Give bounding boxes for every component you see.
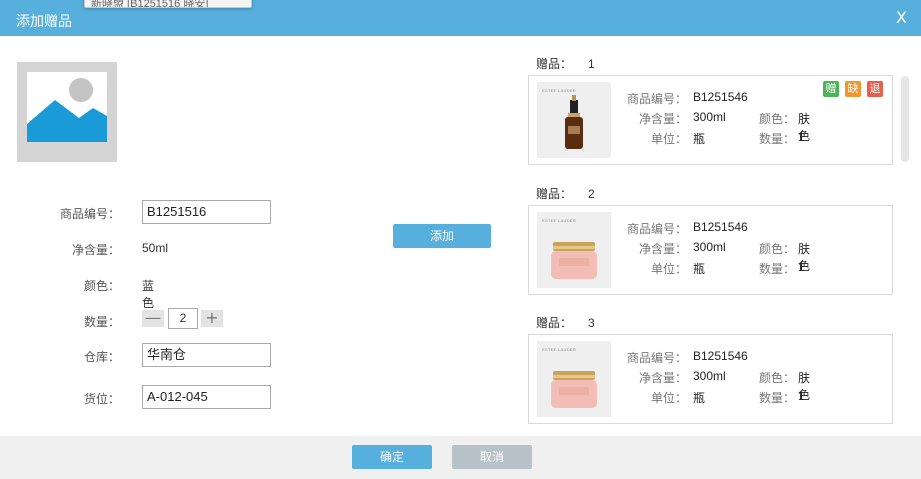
gift-content-label: 净含量：	[638, 371, 687, 385]
product-code-label: 商品编号：	[59, 207, 120, 221]
gift-content-value: 300ml	[693, 240, 726, 254]
cream-jar-image: ESTEE LAUDER	[537, 212, 611, 288]
gift-header-label: 赠品：	[536, 57, 573, 71]
gift-index: 1	[588, 57, 595, 71]
gift-content-label: 净含量：	[638, 242, 687, 256]
gift-unit-value: 瓶	[693, 262, 706, 276]
gift-color-label: 颜色：	[758, 242, 795, 256]
color-label: 颜色：	[83, 279, 120, 293]
quantity-label: 数量：	[83, 315, 120, 329]
serum-bottle-image: ESTEE LAUDER	[537, 82, 611, 158]
tooltip: 新晓盟 [B1251516 晓安]	[84, 0, 252, 8]
gift-color-label: 颜色：	[758, 112, 795, 126]
add-button[interactable]: 添加	[393, 224, 491, 248]
quantity-input[interactable]: 2	[168, 308, 198, 329]
brand-text: ESTEE LAUDER	[542, 347, 577, 352]
gift-qty-label: 数量：	[758, 391, 795, 405]
gift-qty-value: 1	[798, 130, 805, 144]
gift-index: 2	[588, 187, 595, 201]
gift-qty-label: 数量：	[758, 262, 795, 276]
serum-bottle-icon	[565, 95, 583, 149]
product-image-placeholder[interactable]	[17, 62, 117, 162]
cream-jar-icon	[551, 242, 597, 279]
brand-text: ESTEE LAUDER	[542, 88, 577, 93]
confirm-button[interactable]: 确定	[352, 445, 432, 469]
gift-content-label: 净含量：	[638, 112, 687, 126]
gift-header-label: 赠品：	[536, 316, 573, 330]
dialog-title: 添加赠品	[16, 13, 72, 29]
quantity-decrement-button[interactable]: —	[142, 310, 164, 327]
gift-unit-label: 单位：	[650, 391, 687, 405]
gift-header: 赠品： 3	[536, 314, 595, 331]
gift-code-label: 商品编号：	[626, 351, 687, 365]
location-input[interactable]: A-012-045	[142, 385, 271, 409]
brand-text: ESTEE LAUDER	[542, 218, 577, 223]
gift-badge-free[interactable]: 赠	[823, 81, 839, 97]
net-content-label: 净含量：	[71, 243, 120, 257]
net-content-value: 50ml	[142, 241, 169, 255]
gift-header: 赠品： 2	[536, 185, 595, 202]
gift-code-label: 商品编号：	[626, 222, 687, 236]
close-icon[interactable]: X	[896, 8, 907, 27]
cancel-button[interactable]: 取消	[452, 445, 532, 469]
warehouse-input[interactable]: 华南仓	[142, 343, 271, 367]
location-label: 货位：	[83, 392, 120, 406]
cream-jar-icon	[551, 371, 597, 408]
gift-header-label: 赠品：	[536, 187, 573, 201]
cream-jar-image: ESTEE LAUDER	[537, 341, 611, 417]
gift-color-label: 颜色：	[758, 371, 795, 385]
gift-code-value: B1251546	[693, 90, 748, 104]
image-placeholder-icon	[17, 62, 117, 162]
gift-code-value: B1251546	[693, 349, 748, 363]
gift-code-label: 商品编号：	[626, 92, 687, 106]
gift-badge-shortage[interactable]: 缺	[845, 81, 861, 97]
gift-content-value: 300ml	[693, 369, 726, 383]
gift-qty-label: 数量：	[758, 132, 795, 146]
dialog-footer: 确定 取消	[0, 436, 921, 479]
gift-unit-label: 单位：	[650, 262, 687, 276]
gift-unit-value: 瓶	[693, 391, 706, 405]
gift-unit-value: 瓶	[693, 132, 706, 146]
gift-card[interactable]: ESTEE LAUDER 商品编号： B1251546 净含量： 300ml 颜…	[528, 205, 893, 295]
gift-badge-return[interactable]: 退	[867, 81, 883, 97]
product-code-input[interactable]: B1251516	[142, 200, 271, 224]
gift-content-value: 300ml	[693, 110, 726, 124]
color-value: 蓝色	[142, 279, 155, 310]
gift-card[interactable]: ESTEE LAUDER 商品编号： B1251546 净含量： 300ml 颜…	[528, 334, 893, 424]
gift-index: 3	[588, 316, 595, 330]
gift-code-value: B1251546	[693, 220, 748, 234]
gift-qty-value: 1	[798, 260, 805, 274]
gift-list-scrollbar[interactable]	[901, 76, 909, 162]
tooltip-text: 新晓盟 [B1251516 晓安]	[91, 0, 209, 8]
gift-qty-value: 1	[798, 389, 805, 403]
gift-card[interactable]: ESTEE LAUDER 商品编号： B1251546 净含量： 300ml 颜…	[528, 75, 893, 165]
warehouse-label: 仓库：	[83, 350, 120, 364]
quantity-increment-button[interactable]: +	[201, 310, 223, 327]
gift-header: 赠品： 1	[536, 55, 595, 72]
gift-unit-label: 单位：	[650, 132, 687, 146]
